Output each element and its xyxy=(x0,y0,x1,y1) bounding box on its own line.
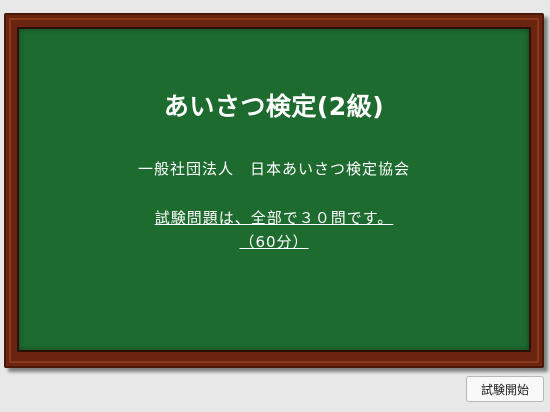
exam-title: あいさつ検定(2級) xyxy=(163,92,385,121)
exam-duration-link[interactable]: （60分） xyxy=(239,233,308,251)
exam-info-link[interactable]: 試験問題は、全部で３０問です。 xyxy=(155,209,394,227)
chalkboard-frame: あいさつ検定(2級) 一般社団法人 日本あいさつ検定協会 試験問題は、全部で３０… xyxy=(4,13,544,368)
exam-start-screen: あいさつ検定(2級) 一般社団法人 日本あいさつ検定協会 試験問題は、全部で３０… xyxy=(0,0,550,412)
start-exam-button[interactable]: 試験開始 xyxy=(466,376,544,402)
organization-name: 一般社団法人 日本あいさつ検定協会 xyxy=(137,160,410,178)
chalkboard: あいさつ検定(2級) 一般社団法人 日本あいさつ検定協会 試験問題は、全部で３０… xyxy=(17,27,531,352)
